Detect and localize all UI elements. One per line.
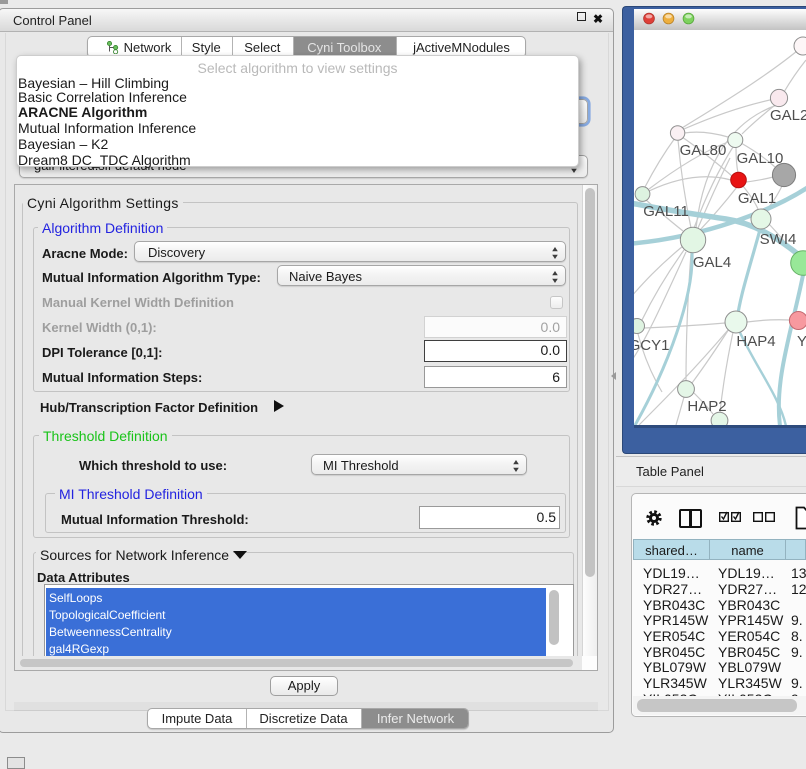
svg-text:GAL80: GAL80 [680,142,727,159]
svg-text:GAL11: GAL11 [643,203,689,220]
svg-text:SWI4: SWI4 [760,231,797,248]
svg-text:GAL2: GAL2 [770,107,806,124]
svg-text:HAP4: HAP4 [736,333,775,350]
svg-text:GAL1: GAL1 [738,190,776,207]
svg-text:YD: YD [797,333,806,350]
svg-text:GAL4: GAL4 [693,254,731,271]
svg-text:GAL10: GAL10 [737,150,784,167]
svg-text:GCY1: GCY1 [634,337,669,354]
svg-text:HAP2: HAP2 [687,398,726,415]
